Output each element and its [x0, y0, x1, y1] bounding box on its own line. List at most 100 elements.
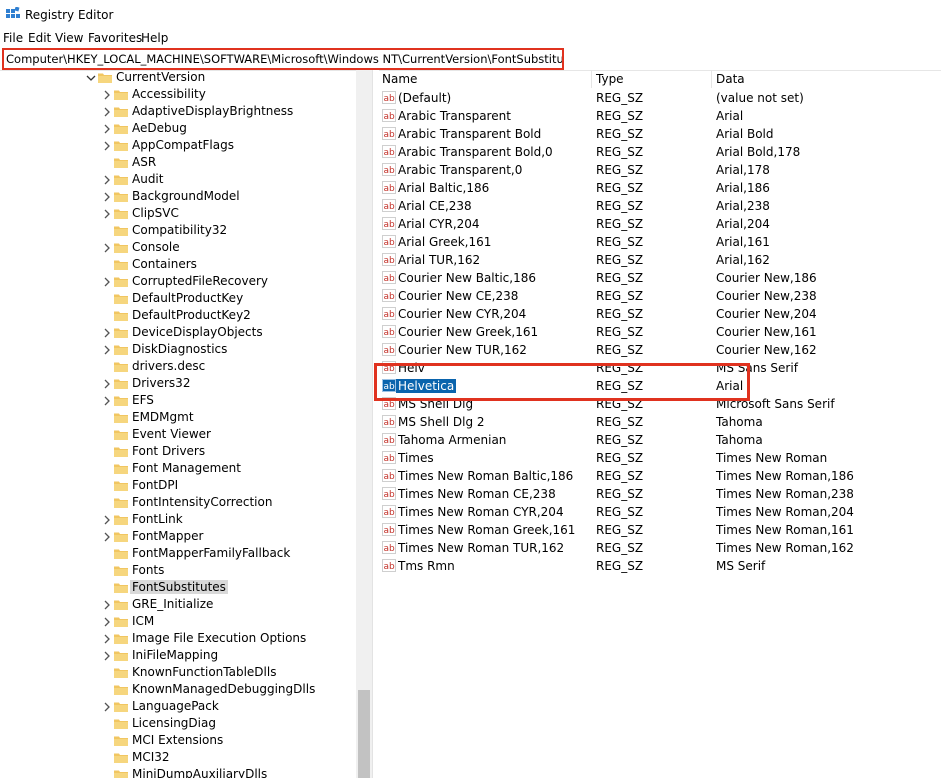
chevron-right-icon[interactable] [102, 514, 112, 525]
tree-item-minidumpauxiliarydlls[interactable]: MiniDumpAuxiliaryDlls [0, 766, 356, 778]
tree-item-defaultproductkey2[interactable]: DefaultProductKey2 [0, 307, 356, 324]
chevron-right-icon[interactable] [102, 395, 112, 406]
chevron-right-icon[interactable] [102, 378, 112, 389]
list-item[interactable]: ab Tahoma Armenian REG_SZ Tahoma [378, 431, 941, 449]
tree-item-mci-extensions[interactable]: MCI Extensions [0, 732, 356, 749]
tree-item-fontdpi[interactable]: FontDPI [0, 477, 356, 494]
list-item[interactable]: ab MS Shell Dlg 2 REG_SZ Tahoma [378, 413, 941, 431]
tree-item-asr[interactable]: ASR [0, 154, 356, 171]
list-item[interactable]: ab Arabic Transparent REG_SZ Arial [378, 107, 941, 125]
tree-item-compatibility32[interactable]: Compatibility32 [0, 222, 356, 239]
tree-item-drivers32[interactable]: Drivers32 [0, 375, 356, 392]
menu-view[interactable]: View [55, 31, 83, 45]
tree-item-mci32[interactable]: MCI32 [0, 749, 356, 766]
tree-item-font-drivers[interactable]: Font Drivers [0, 443, 356, 460]
chevron-right-icon[interactable] [102, 106, 112, 117]
column-name-header[interactable]: Name [382, 70, 417, 88]
list-item[interactable]: ab Arial Greek,161 REG_SZ Arial,161 [378, 233, 941, 251]
tree-item-fontsubstitutes[interactable]: FontSubstitutes [0, 579, 356, 596]
chevron-right-icon[interactable] [102, 633, 112, 644]
list-item[interactable]: ab Times REG_SZ Times New Roman [378, 449, 941, 467]
menu-favorites[interactable]: Favorites [88, 31, 142, 45]
key-tree[interactable]: CurrentVersion Accessibility AdaptiveDispl… [0, 70, 372, 778]
tree-scrollbar[interactable] [356, 70, 372, 778]
chevron-right-icon[interactable] [102, 276, 112, 287]
tree-item-fontmapperfamilyfallback[interactable]: FontMapperFamilyFallback [0, 545, 356, 562]
list-item[interactable]: ab Arial Baltic,186 REG_SZ Arial,186 [378, 179, 941, 197]
list-item[interactable]: ab Arial CE,238 REG_SZ Arial,238 [378, 197, 941, 215]
tree-item-efs[interactable]: EFS [0, 392, 356, 409]
list-item[interactable]: ab (Default) REG_SZ (value not set) [378, 89, 941, 107]
tree-item-knownfunctiontabledlls[interactable]: KnownFunctionTableDlls [0, 664, 356, 681]
list-item[interactable]: ab Tms Rmn REG_SZ MS Serif [378, 557, 941, 575]
chevron-right-icon[interactable] [102, 191, 112, 202]
column-divider[interactable] [591, 70, 592, 88]
list-item[interactable]: ab Courier New Greek,161 REG_SZ Courier New… [378, 323, 941, 341]
list-item[interactable]: ab Times New Roman CYR,204 REG_SZ Times New… [378, 503, 941, 521]
column-divider[interactable] [711, 70, 712, 88]
chevron-right-icon[interactable] [102, 327, 112, 338]
list-item[interactable]: ab Arial TUR,162 REG_SZ Arial,162 [378, 251, 941, 269]
tree-item-drivers-desc[interactable]: drivers.desc [0, 358, 356, 375]
tree-item-languagepack[interactable]: LanguagePack [0, 698, 356, 715]
menu-edit[interactable]: Edit [28, 31, 51, 45]
tree-item-fontmapper[interactable]: FontMapper [0, 528, 356, 545]
chevron-right-icon[interactable] [102, 89, 112, 100]
tree-item-audit[interactable]: Audit [0, 171, 356, 188]
tree-item-currentversion[interactable]: CurrentVersion [0, 70, 356, 86]
tree-item-defaultproductkey[interactable]: DefaultProductKey [0, 290, 356, 307]
tree-item-console[interactable]: Console [0, 239, 356, 256]
tree-item-emdmgmt[interactable]: EMDMgmt [0, 409, 356, 426]
list-item[interactable]: ab MS Shell Dlg REG_SZ Microsoft Sans Serif [378, 395, 941, 413]
tree-item-licensingdiag[interactable]: LicensingDiag [0, 715, 356, 732]
menu-file[interactable]: File [3, 31, 23, 45]
tree-item-aedebug[interactable]: AeDebug [0, 120, 356, 137]
list-item[interactable]: ab Helv REG_SZ MS Sans Serif [378, 359, 941, 377]
scroll-thumb[interactable] [358, 690, 370, 778]
chevron-right-icon[interactable] [102, 140, 112, 151]
tree-item-icm[interactable]: ICM [0, 613, 356, 630]
tree-item-diskdiagnostics[interactable]: DiskDiagnostics [0, 341, 356, 358]
chevron-right-icon[interactable] [102, 650, 112, 661]
tree-item-appcompatflags[interactable]: AppCompatFlags [0, 137, 356, 154]
address-input[interactable]: Computer\HKEY_LOCAL_MACHINE\SOFTWARE\Mic… [2, 48, 564, 70]
tree-item-inifilemapping[interactable]: IniFileMapping [0, 647, 356, 664]
tree-item-containers[interactable]: Containers [0, 256, 356, 273]
chevron-right-icon[interactable] [102, 344, 112, 355]
tree-item-adaptivedisplaybrightness[interactable]: AdaptiveDisplayBrightness [0, 103, 356, 120]
list-item[interactable]: ab Times New Roman Baltic,186 REG_SZ Times … [378, 467, 941, 485]
tree-item-fonts[interactable]: Fonts [0, 562, 356, 579]
list-item[interactable]: ab Courier New Baltic,186 REG_SZ Courier Ne… [378, 269, 941, 287]
tree-item-corruptedfilerecovery[interactable]: CorruptedFileRecovery [0, 273, 356, 290]
chevron-right-icon[interactable] [102, 616, 112, 627]
list-item[interactable]: ab Courier New CYR,204 REG_SZ Courier New,2… [378, 305, 941, 323]
chevron-right-icon[interactable] [102, 531, 112, 542]
tree-item-accessibility[interactable]: Accessibility [0, 86, 356, 103]
chevron-right-icon[interactable] [102, 174, 112, 185]
list-item[interactable]: ab Courier New CE,238 REG_SZ Courier New,23… [378, 287, 941, 305]
list-item[interactable]: ab Courier New TUR,162 REG_SZ Courier New,1… [378, 341, 941, 359]
list-item[interactable]: ab Arabic Transparent Bold,0 REG_SZ Arial B… [378, 143, 941, 161]
list-item[interactable]: ab Arabic Transparent Bold REG_SZ Arial Bol… [378, 125, 941, 143]
column-type-header[interactable]: Type [596, 70, 624, 88]
tree-item-gre-initialize[interactable]: GRE_Initialize [0, 596, 356, 613]
list-item[interactable]: ab Helvetica REG_SZ Arial [378, 377, 941, 395]
tree-item-fontintensitycorrection[interactable]: FontIntensityCorrection [0, 494, 356, 511]
chevron-right-icon[interactable] [102, 701, 112, 712]
tree-item-font-management[interactable]: Font Management [0, 460, 356, 477]
list-item[interactable]: ab Times New Roman Greek,161 REG_SZ Times N… [378, 521, 941, 539]
list-item[interactable]: ab Arial CYR,204 REG_SZ Arial,204 [378, 215, 941, 233]
list-item[interactable]: ab Times New Roman TUR,162 REG_SZ Times New… [378, 539, 941, 557]
tree-item-clipsvc[interactable]: ClipSVC [0, 205, 356, 222]
chevron-right-icon[interactable] [102, 242, 112, 253]
tree-item-fontlink[interactable]: FontLink [0, 511, 356, 528]
chevron-right-icon[interactable] [102, 208, 112, 219]
list-item[interactable]: ab Arabic Transparent,0 REG_SZ Arial,178 [378, 161, 941, 179]
tree-item-event-viewer[interactable]: Event Viewer [0, 426, 356, 443]
tree-item-backgroundmodel[interactable]: BackgroundModel [0, 188, 356, 205]
chevron-right-icon[interactable] [102, 123, 112, 134]
column-data-header[interactable]: Data [716, 70, 745, 88]
menu-help[interactable]: Help [141, 31, 168, 45]
tree-item-knownmanageddebuggingdlls[interactable]: KnownManagedDebuggingDlls [0, 681, 356, 698]
chevron-down-icon[interactable] [86, 72, 96, 82]
